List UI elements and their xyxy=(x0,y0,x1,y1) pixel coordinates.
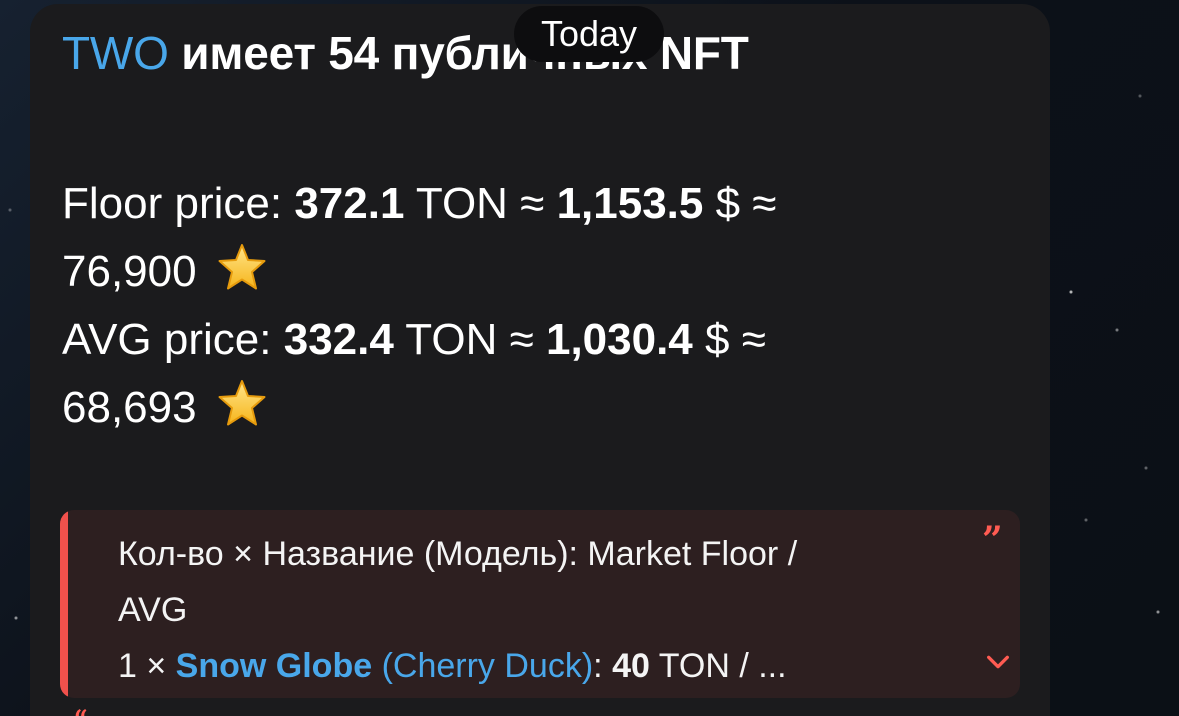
nft-market-floor-value: 40 xyxy=(612,647,650,685)
floor-label: Floor price: xyxy=(62,179,283,228)
star-icon xyxy=(218,380,266,426)
nft-name-link[interactable]: Snow Globe xyxy=(176,647,372,685)
quote-content: Кол-во × Название (Модель): Market Floor… xyxy=(118,526,998,694)
message-bubble[interactable]: TWO имеет 54 публичных NFT Floor price: … xyxy=(30,4,1050,716)
nft-row: 1 × Snow Globe (Cherry Duck): 40 TON / .… xyxy=(118,638,998,694)
avg-usd-unit: $ ≈ xyxy=(705,315,766,364)
floor-usd-value: 1,153.5 xyxy=(556,179,704,228)
quote-header-line-continued: AVG xyxy=(118,591,188,629)
quote-header-line: Кол-во × Название (Модель): Market Floor… xyxy=(118,535,798,573)
floor-stars-value: 76,900 xyxy=(62,247,197,296)
date-pill: Today xyxy=(514,6,664,62)
floor-ton-value: 372.1 xyxy=(294,179,405,228)
quote-accent-bar xyxy=(60,510,68,698)
avg-stars-value: 68,693 xyxy=(62,383,197,432)
quote-icon: ” xyxy=(982,519,1003,561)
chevron-down-icon[interactable] xyxy=(984,648,1012,676)
next-quote-icon: “ xyxy=(74,704,88,716)
avg-label: AVG price: xyxy=(62,315,272,364)
floor-ton-unit: TON ≈ xyxy=(415,179,545,228)
nft-value-tail: TON / ... xyxy=(658,647,787,685)
nft-colon: : xyxy=(593,647,603,685)
avg-usd-value: 1,030.4 xyxy=(545,315,693,364)
floor-usd-unit: $ ≈ xyxy=(715,179,777,228)
star-icon xyxy=(218,244,266,290)
avg-ton-unit: TON ≈ xyxy=(405,315,534,364)
avg-stars-line: 68,693 xyxy=(62,374,962,442)
price-summary: Floor price: 372.1 TON ≈ 1,153.5 $ ≈ 76,… xyxy=(62,170,962,442)
floor-stars-line: 76,900 xyxy=(62,238,962,306)
nft-count: 1 × xyxy=(118,647,167,685)
avg-ton-value: 332.4 xyxy=(283,315,394,364)
nft-list-quote[interactable]: Кол-во × Название (Модель): Market Floor… xyxy=(60,510,1020,698)
floor-price-line: Floor price: 372.1 TON ≈ 1,153.5 $ ≈ xyxy=(62,170,962,238)
nft-model-link[interactable]: (Cherry Duck) xyxy=(382,647,594,685)
collection-name-link[interactable]: TWO xyxy=(62,27,169,79)
avg-price-line: AVG price: 332.4 TON ≈ 1,030.4 $ ≈ xyxy=(62,306,962,374)
